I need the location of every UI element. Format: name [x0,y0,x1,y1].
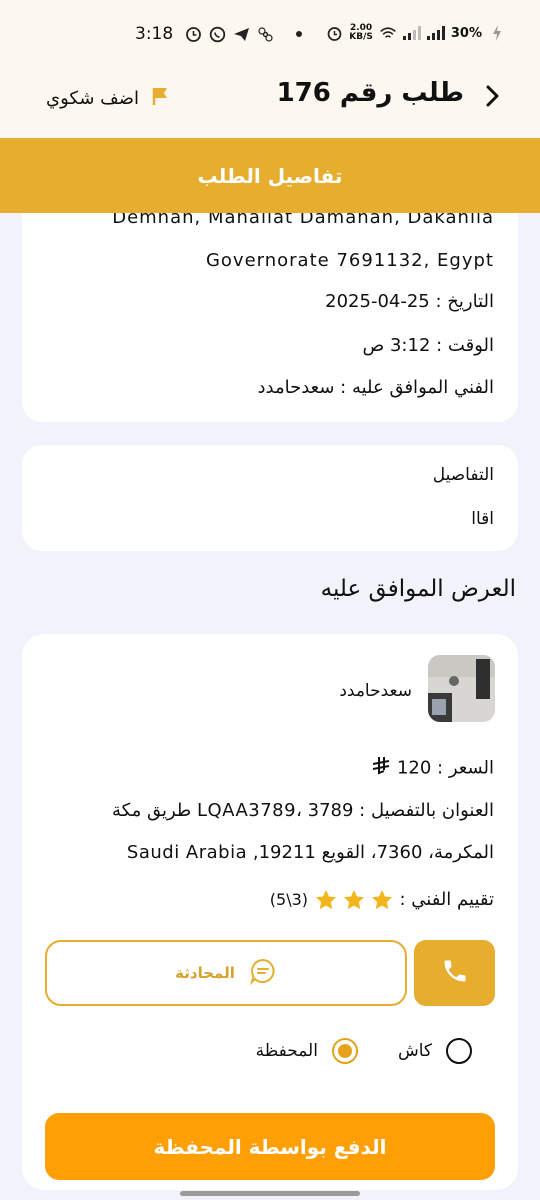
offer-address-line2: المكرمة، 7360، القويع 19211, Saudi Arabi… [126,842,494,863]
accepted-offer-card: سعدحامدد السعر : 120 العنوان بالتفصيل : … [22,634,518,1190]
status-time: 3:18 [135,24,174,44]
price-label: السعر : [437,757,494,779]
signal-2-icon [426,24,445,42]
phone-icon [441,957,469,989]
accepted-offer-title: العرض الموافق عليه [320,576,516,602]
technician-name: سعدحامدد [339,681,412,701]
chat-label: المحادثة [175,964,235,982]
pay-button-label: الدفع بواسطة المحفظة [153,1134,387,1159]
date-label: التاريخ : [435,291,494,312]
back-arrow-icon[interactable] [480,84,504,108]
technician-value: سعدحامدد [257,377,335,398]
banner-title: تفاصيل الطلب [197,163,343,188]
details-card: التفاصيل اقاا [22,445,518,551]
fan-icon [256,25,274,43]
offer-address-label: العنوان بالتفصيل : [359,800,494,821]
cash-radio[interactable] [446,1038,472,1064]
details-value: اقاا [471,509,494,529]
riyal-icon [371,756,391,781]
more-notifications-dot [296,31,302,37]
technician-label: الفني الموافق عليه : [340,377,494,398]
payment-option-wallet[interactable]: المحفظة [256,1038,358,1064]
order-address-line1: Demnah, Mahallat Damanah, Dakahlia [112,213,494,228]
offer-address-line1: LQAA3789، 3789 طريق مكة [111,800,354,821]
star-icon [343,890,364,910]
home-indicator[interactable] [180,1191,360,1196]
order-date-row: التاريخ : 25-04-2025 [325,291,494,312]
whatsapp-icon [208,25,226,43]
call-button[interactable] [414,940,495,1006]
price-value: 120 [396,757,432,779]
date-value: 25-04-2025 [325,291,430,312]
network-speed-unit: KB/S [349,32,373,42]
cash-label: كاش [397,1041,432,1061]
rating-stars [314,888,394,912]
add-complaint-button[interactable]: اضف شكوي [46,86,171,110]
chat-bubble-icon [249,957,277,989]
flag-icon [151,86,171,110]
wallet-label: المحفظة [255,1041,318,1061]
notification-icons [184,25,274,43]
charging-icon [488,24,506,42]
payment-method-options: كاش المحفظة [256,1038,472,1064]
wallet-radio[interactable] [331,1038,358,1064]
sync-icon [184,25,202,43]
order-address-line2: Governorate 7691132, Egypt [205,250,494,271]
payment-option-cash[interactable]: كاش [398,1038,472,1064]
signal-1-icon [402,24,421,42]
app-bar: طلب رقم 176 اضف شكوي [0,66,540,138]
offer-address-row: العنوان بالتفصيل : LQAA3789، 3789 طريق م… [112,800,494,821]
system-indicators: 2.00 KB/S 30% [325,24,506,42]
order-time-row: الوقت : 3:12 ص [363,335,495,356]
order-details-banner: تفاصيل الطلب [0,138,540,213]
order-technician-row: الفني الموافق عليه : سعدحامدد [257,377,494,398]
status-bar: 3:18 2.00 KB/S 30% [0,0,540,66]
order-title: طلب رقم 176 [276,78,464,108]
order-info-card: Demnah, Mahallat Damanah, Dakahlia Gover… [22,213,518,422]
time-value: 3:12 ص [362,335,431,356]
network-speed: 2.00 KB/S [349,24,373,42]
star-icon [371,890,392,910]
battery-level: 30% [450,25,482,41]
rating-label: تقييم الفني : [399,889,495,910]
time-label: الوقت : [436,335,494,356]
rating-text: (3\5) [269,890,309,909]
rating-row: تقييم الفني : (3\5) [270,888,494,912]
technician-avatar [428,655,495,722]
star-icon [315,890,336,910]
pay-with-wallet-button[interactable]: الدفع بواسطة المحفظة [45,1113,495,1180]
wifi-icon [379,24,397,42]
price-row: السعر : 120 [371,756,494,781]
chat-button[interactable]: المحادثة [45,940,407,1006]
alarm-icon [325,24,343,42]
telegram-icon [232,25,250,43]
add-complaint-label: اضف شكوي [46,87,140,109]
details-label: التفاصيل [432,465,494,485]
